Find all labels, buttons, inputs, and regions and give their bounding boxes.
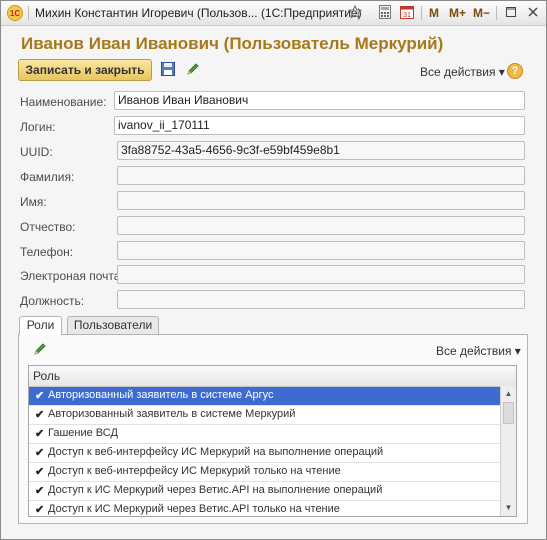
role-name: Доступ к ИС Меркурий через Ветис.API тол…	[48, 503, 340, 515]
check-icon: ✔	[35, 485, 45, 497]
tab-roles[interactable]: Роли	[19, 316, 62, 335]
column-header-role[interactable]: Роль	[33, 369, 60, 383]
check-icon: ✔	[35, 504, 45, 516]
maximize-icon[interactable]	[503, 5, 519, 21]
pencil-icon[interactable]	[32, 342, 48, 358]
svg-text:31: 31	[403, 12, 411, 19]
scroll-up-icon[interactable]: ▲	[501, 386, 516, 401]
check-icon: ✔	[35, 447, 45, 459]
memory-m-button[interactable]: M	[429, 5, 439, 21]
all-actions-menu[interactable]: Все действия ▾	[420, 65, 505, 79]
role-name: Авторизованный заявитель в системе Мерку…	[48, 408, 296, 420]
phone-label: Телефон:	[20, 245, 74, 259]
check-icon: ✔	[35, 428, 45, 440]
app-logo-icon: 1С	[7, 5, 23, 21]
favorites-star-icon[interactable]	[347, 4, 363, 21]
last-name-label: Фамилия:	[20, 170, 75, 184]
memory-minus-button[interactable]: M−	[473, 5, 490, 21]
role-name: Авторизованный заявитель в системе Аргус	[48, 389, 274, 401]
table-row[interactable]: ✔ Доступ к ИС Меркурий через Ветис.API н…	[29, 482, 500, 501]
title-separator	[496, 6, 497, 20]
role-name: Доступ к веб-интерфейсу ИС Меркурий на в…	[48, 446, 384, 458]
email-label: Электроная почта:	[20, 269, 124, 283]
save-and-close-button[interactable]: Записать и закрыть	[18, 59, 152, 81]
phone-field[interactable]	[117, 241, 525, 260]
table-row[interactable]: ✔ Доступ к веб-интерфейсу ИС Меркурий на…	[29, 444, 500, 463]
pencil-icon[interactable]	[185, 62, 201, 78]
patronymic-label: Отчество:	[20, 220, 76, 234]
role-name: Гашение ВСД	[48, 427, 118, 439]
grid-all-actions-menu[interactable]: Все действия ▾	[436, 344, 521, 358]
floppy-disk-icon[interactable]	[160, 62, 176, 78]
role-name: Доступ к ИС Меркурий через Ветис.API на …	[48, 484, 383, 496]
table-row[interactable]: ✔ Гашение ВСД	[29, 425, 500, 444]
tab-users[interactable]: Пользователи	[67, 316, 159, 334]
form-heading: Иванов Иван Иванович (Пользователь Мерку…	[21, 34, 444, 53]
memory-plus-button[interactable]: M+	[449, 5, 466, 21]
first-name-field[interactable]	[117, 191, 525, 210]
check-icon: ✔	[35, 466, 45, 478]
table-header: Роль	[29, 366, 516, 387]
role-name: Доступ к веб-интерфейсу ИС Меркурий толь…	[48, 465, 341, 477]
calculator-icon[interactable]	[377, 5, 393, 21]
close-icon[interactable]	[525, 5, 541, 21]
help-icon[interactable]: ?	[507, 63, 523, 79]
name-label: Наименование:	[20, 95, 107, 109]
title-separator	[421, 6, 422, 20]
title-separator	[28, 6, 29, 20]
title-bar[interactable]: 1С Михин Константин Игоревич (Пользов...…	[1, 1, 546, 26]
scroll-thumb[interactable]	[503, 402, 514, 424]
table-row[interactable]: ✔ Доступ к веб-интерфейсу ИС Меркурий то…	[29, 463, 500, 482]
check-icon: ✔	[35, 409, 45, 421]
login-label: Логин:	[20, 120, 56, 134]
table-row[interactable]: ✔ Авторизованный заявитель в системе Арг…	[29, 387, 500, 406]
check-icon: ✔	[35, 390, 45, 402]
uuid-label: UUID:	[20, 145, 53, 159]
form-window: 1С Михин Константин Игоревич (Пользов...…	[0, 0, 547, 540]
position-field[interactable]	[117, 290, 525, 309]
login-field[interactable]: ivanov_ii_170111	[114, 116, 525, 135]
table-row[interactable]: ✔ Авторизованный заявитель в системе Мер…	[29, 406, 500, 425]
name-field[interactable]: Иванов Иван Иванович	[114, 91, 525, 110]
patronymic-field[interactable]	[117, 216, 525, 235]
table-row[interactable]: ✔ Доступ к ИС Меркурий через Ветис.API т…	[29, 501, 500, 516]
position-label: Должность:	[20, 294, 85, 308]
scroll-down-icon[interactable]: ▼	[501, 500, 516, 515]
first-name-label: Имя:	[20, 195, 47, 209]
roles-table[interactable]: Роль ✔ Авторизованный заявитель в систем…	[28, 365, 517, 517]
calendar-icon[interactable]: 31	[399, 5, 415, 21]
email-field[interactable]	[117, 265, 525, 284]
window-title: Михин Константин Игоревич (Пользов... (1…	[35, 6, 362, 20]
uuid-field[interactable]: 3fa88752-43a5-4656-9c3f-e59bf459e8b1	[117, 141, 525, 160]
vertical-scrollbar[interactable]: ▲ ▼	[500, 386, 516, 516]
last-name-field[interactable]	[117, 166, 525, 185]
